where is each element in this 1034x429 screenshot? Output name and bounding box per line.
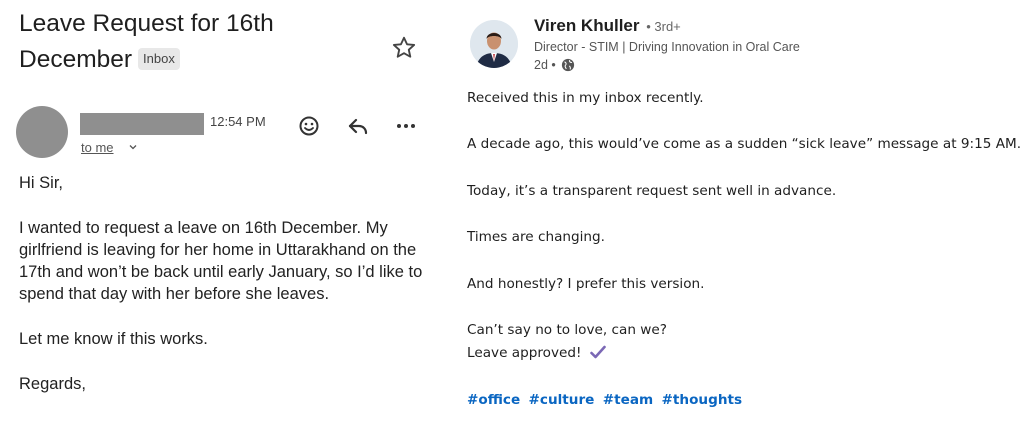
post-body: Received this in my inbox recently. A de… xyxy=(467,87,1033,412)
emoji-icon[interactable] xyxy=(296,113,322,139)
author-name[interactable]: Viren Khuller • 3rd+ xyxy=(534,16,681,36)
sender-name-redacted xyxy=(80,113,204,135)
author-headline: Director - STIM | Driving Innovation in … xyxy=(534,40,800,54)
post-paragraph: Received this in my inbox recently. xyxy=(467,90,704,106)
star-icon[interactable] xyxy=(390,34,418,62)
linkedin-post: Viren Khuller • 3rd+ Director - STIM | D… xyxy=(460,0,1034,429)
hashtag-list: #office #culture #team #thoughts xyxy=(467,389,1033,412)
author-avatar[interactable] xyxy=(470,20,518,68)
post-closing-line: Can’t say no to love, can we? xyxy=(467,321,667,338)
connection-degree: • 3rd+ xyxy=(646,19,681,34)
reply-icon[interactable] xyxy=(345,113,371,139)
post-time-text: 2d • xyxy=(534,58,556,72)
email-time: 12:54 PM xyxy=(210,114,266,129)
email-closing: Regards, xyxy=(19,374,86,393)
post-paragraph: Today, it’s a transparent request sent w… xyxy=(467,182,837,199)
email-body: Hi Sir, I wanted to request a leave on 1… xyxy=(19,172,429,417)
hashtag-office[interactable]: #office xyxy=(467,392,520,408)
post-paragraph: And honestly? I prefer this version. xyxy=(467,275,705,292)
recipient-details-link[interactable]: to me xyxy=(81,140,114,155)
email-pane: Leave Request for 16th December Inbox 12:… xyxy=(0,0,440,429)
email-request: Let me know if this works. xyxy=(19,330,208,349)
hashtag-culture[interactable]: #culture xyxy=(529,392,595,408)
author-name-text[interactable]: Viren Khuller xyxy=(534,16,640,35)
chevron-down-icon[interactable] xyxy=(128,141,138,153)
check-mark-icon xyxy=(589,345,606,359)
more-icon[interactable] xyxy=(393,113,419,139)
post-paragraph: Times are changing. xyxy=(467,229,605,246)
globe-icon xyxy=(562,58,575,72)
post-time: 2d • xyxy=(534,58,575,72)
post-paragraph: A decade ago, this would’ve come as a su… xyxy=(467,136,1022,153)
inbox-label-badge[interactable]: Inbox xyxy=(138,48,180,70)
email-paragraph: I wanted to request a leave on 16th Dece… xyxy=(19,218,423,304)
hashtag-thoughts[interactable]: #thoughts xyxy=(662,392,743,408)
hashtag-team[interactable]: #team xyxy=(603,392,653,408)
email-greeting: Hi Sir, xyxy=(19,174,64,192)
post-closing-line-2: Leave approved! xyxy=(467,342,1033,365)
author-photo-icon xyxy=(470,20,518,68)
email-subject: Leave Request for 16th December Inbox xyxy=(19,6,379,78)
sender-avatar[interactable] xyxy=(16,106,68,158)
leave-approved-text: Leave approved! xyxy=(467,345,582,362)
